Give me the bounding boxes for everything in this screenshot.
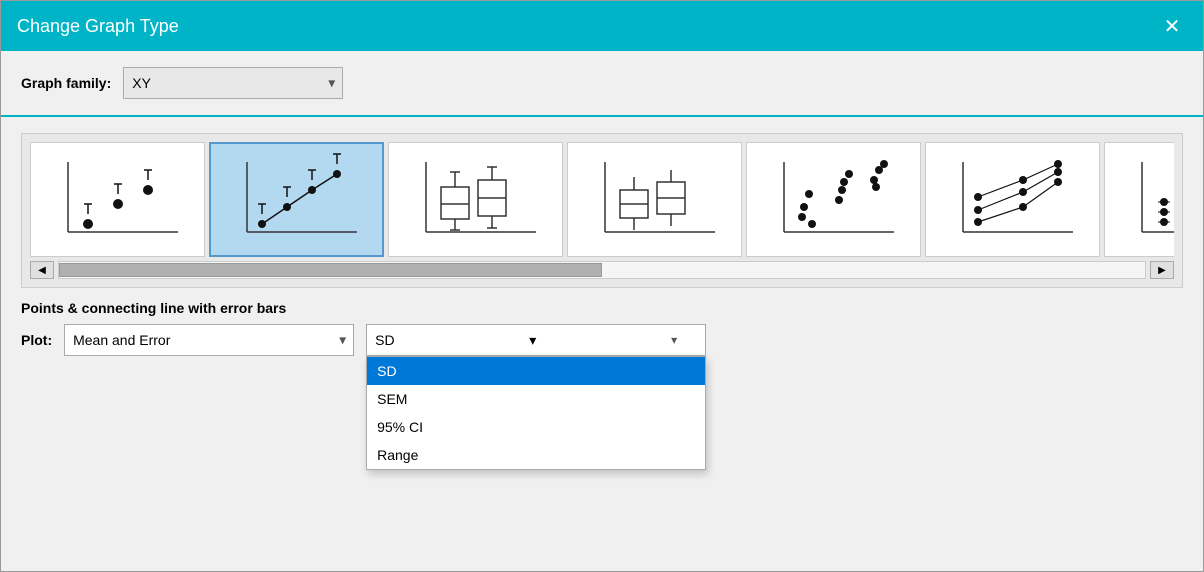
title-bar: Change Graph Type ✕ <box>1 1 1203 51</box>
thumb-box-range[interactable] <box>567 142 742 257</box>
plot-row: Plot: Mean and Error Mean only Each repl… <box>21 324 1183 356</box>
close-button[interactable]: ✕ <box>1157 11 1187 41</box>
graph-family-row: Graph family: XY Column Bar Grouped Surv… <box>1 51 1203 117</box>
error-dropdown-arrow: ▾ <box>529 332 536 349</box>
thumb-scatter[interactable] <box>30 142 205 257</box>
error-type-button[interactable]: SD ▾ <box>366 324 706 356</box>
thumb-dot-scatter-svg <box>764 152 904 247</box>
error-type-dropdown: SD SEM 95% CI Range <box>366 356 706 470</box>
error-type-selected: SD <box>375 332 394 348</box>
thumb-connected-line[interactable] <box>925 142 1100 257</box>
plot-section: Points & connecting line with error bars… <box>21 300 1183 468</box>
error-dropdown-wrapper: SD ▾ SD SEM 95% CI Range <box>366 324 706 356</box>
scrollbar-track[interactable] <box>58 261 1146 279</box>
plot-select[interactable]: Mean and Error Mean only Each replicate … <box>64 324 354 356</box>
thumb-dot-line-svg <box>1122 152 1175 247</box>
thumb-dot-line[interactable] <box>1104 142 1174 257</box>
scrollbar-thumb[interactable] <box>59 263 602 277</box>
plot-label: Plot: <box>21 332 52 348</box>
thumb-line[interactable] <box>209 142 384 257</box>
thumb-line-svg <box>227 152 367 247</box>
error-option-sem[interactable]: SEM <box>367 385 705 413</box>
thumbnails-row <box>30 142 1174 257</box>
plot-select-wrapper: Mean and Error Mean only Each replicate … <box>64 324 354 356</box>
graph-family-select[interactable]: XY Column Bar Grouped Survival Parts of … <box>123 67 343 99</box>
error-option-range[interactable]: Range <box>367 441 705 469</box>
dialog-title: Change Graph Type <box>17 16 179 37</box>
thumb-box-whisker-svg <box>406 152 546 247</box>
graph-description: Points & connecting line with error bars <box>21 300 1183 316</box>
scroll-bar-row: ◀ ▶ <box>30 261 1174 279</box>
thumb-dot-scatter[interactable] <box>746 142 921 257</box>
graph-family-select-wrapper: XY Column Bar Grouped Survival Parts of … <box>123 67 343 99</box>
scroll-right-button[interactable]: ▶ <box>1150 261 1174 279</box>
scroll-left-button[interactable]: ◀ <box>30 261 54 279</box>
thumb-box-range-svg <box>585 152 725 247</box>
error-option-sd[interactable]: SD <box>367 357 705 385</box>
error-option-ci[interactable]: 95% CI <box>367 413 705 441</box>
thumb-scatter-svg <box>48 152 188 247</box>
thumb-connected-line-svg <box>943 152 1083 247</box>
graph-family-label: Graph family: <box>21 75 111 91</box>
content-area: ◀ ▶ Points & connecting line with error … <box>1 117 1203 571</box>
thumb-box-whisker[interactable] <box>388 142 563 257</box>
dialog-container: Change Graph Type ✕ Graph family: XY Col… <box>0 0 1204 572</box>
thumbnails-panel: ◀ ▶ <box>21 133 1183 288</box>
